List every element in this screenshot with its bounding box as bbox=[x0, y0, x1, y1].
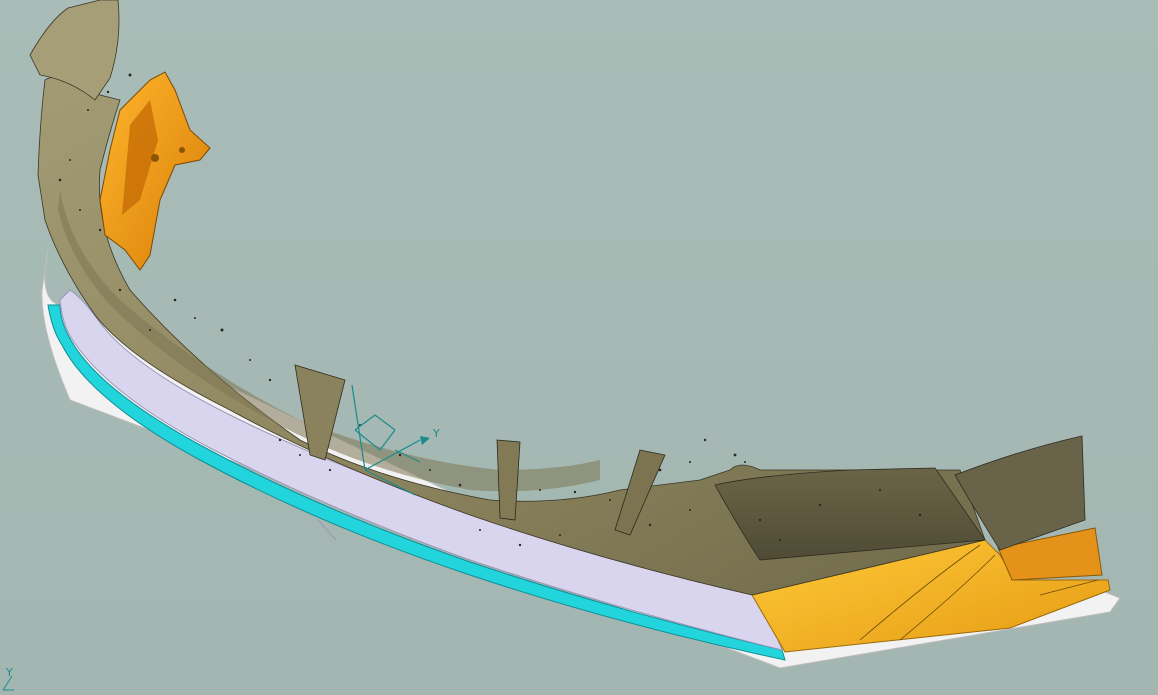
corner-triad-label: Y bbox=[5, 666, 13, 679]
3d-graphics-viewport[interactable]: Y Y bbox=[0, 0, 1158, 695]
triad-axis-label: Y bbox=[432, 427, 440, 440]
model-canvas[interactable]: Y Y bbox=[0, 0, 1158, 695]
bracket-hole-2 bbox=[179, 147, 185, 153]
scan-top-left-flap[interactable] bbox=[29, 0, 120, 101]
bracket-hole-1 bbox=[151, 154, 159, 162]
